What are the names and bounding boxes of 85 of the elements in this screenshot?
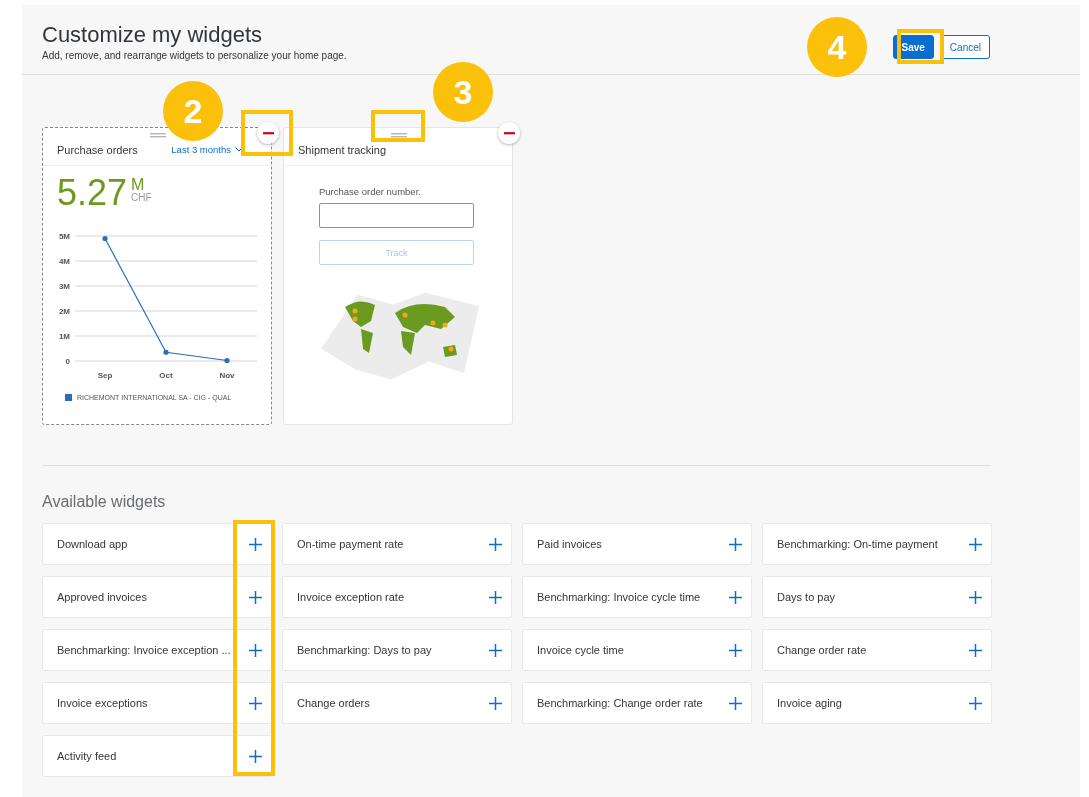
add-button[interactable] bbox=[728, 642, 743, 658]
widget-name: Benchmarking: Invoice cycle time bbox=[537, 591, 701, 603]
save-button[interactable]: Save bbox=[892, 35, 934, 59]
axis-tick-label: 4M bbox=[58, 257, 70, 266]
highlight-frame bbox=[371, 110, 425, 142]
plus-icon bbox=[969, 696, 982, 710]
widget-name: Invoice exception rate bbox=[297, 591, 404, 603]
plus-icon bbox=[249, 537, 262, 551]
highlight-frame bbox=[897, 29, 944, 64]
add-button[interactable] bbox=[248, 748, 263, 764]
page-subtitle: Add, remove, and rearrange widgets to personalize your home page. bbox=[42, 50, 347, 61]
widget-name: Change order rate bbox=[777, 644, 867, 656]
input-field[interactable] bbox=[319, 203, 474, 228]
axis-tick-label: 0 bbox=[65, 357, 70, 366]
add-button[interactable] bbox=[488, 589, 503, 605]
add-button[interactable] bbox=[488, 695, 503, 711]
remove-button[interactable] bbox=[498, 122, 520, 144]
axis-category-label: Nov bbox=[219, 371, 235, 380]
plus-icon bbox=[249, 590, 262, 604]
data-point bbox=[102, 235, 108, 242]
widget-name: Change orders bbox=[297, 697, 370, 709]
drag-handle-icon[interactable] bbox=[150, 133, 166, 138]
kpi-currency: CHF bbox=[131, 192, 152, 203]
axis-tick-label: 1M bbox=[58, 332, 70, 341]
field-label: Purchase order number. bbox=[319, 186, 421, 197]
plus-icon bbox=[729, 696, 742, 710]
axis-tick-label: 5M bbox=[58, 232, 70, 241]
chevron-down-icon bbox=[235, 147, 243, 152]
widget-name: On-time payment rate bbox=[297, 538, 404, 550]
plus-icon bbox=[729, 590, 742, 604]
add-button[interactable] bbox=[728, 695, 743, 711]
add-button[interactable] bbox=[248, 642, 263, 658]
add-button[interactable] bbox=[488, 642, 503, 658]
add-button[interactable] bbox=[968, 589, 983, 605]
data-point bbox=[224, 357, 230, 364]
widget-name: Days to pay bbox=[777, 591, 836, 603]
widget-name: Invoice exceptions bbox=[57, 697, 148, 709]
axis-category-label: Sep bbox=[97, 371, 113, 380]
add-button[interactable] bbox=[968, 642, 983, 658]
axis-tick-label: 2M bbox=[58, 307, 70, 316]
data-point bbox=[163, 349, 169, 355]
widget-name: Download app bbox=[57, 538, 128, 550]
plus-icon bbox=[489, 696, 502, 710]
plus-icon bbox=[249, 696, 262, 710]
add-button[interactable] bbox=[248, 589, 263, 605]
widget-name: Approved invoices bbox=[57, 591, 147, 603]
drag-handle-icon[interactable] bbox=[391, 133, 407, 138]
widget-name: Invoice aging bbox=[777, 697, 842, 709]
plus-icon bbox=[729, 643, 742, 657]
add-button[interactable] bbox=[488, 536, 503, 552]
add-button[interactable] bbox=[248, 695, 263, 711]
minus-icon bbox=[262, 131, 274, 135]
plus-icon bbox=[969, 643, 982, 657]
widget-name: Activity feed bbox=[57, 750, 117, 762]
section-heading: Available widgets bbox=[42, 493, 167, 511]
plus-icon bbox=[729, 537, 742, 551]
plus-icon bbox=[489, 537, 502, 551]
widget-title: Purchase orders bbox=[57, 143, 138, 156]
kpi-unit: M bbox=[131, 178, 146, 192]
axis-category-label: Oct bbox=[159, 371, 173, 380]
plus-icon bbox=[969, 590, 982, 604]
plus-icon bbox=[249, 749, 262, 763]
minus-icon bbox=[503, 131, 515, 135]
widget-name: Benchmarking: Invoice exception ... bbox=[57, 644, 231, 656]
add-button[interactable] bbox=[728, 589, 743, 605]
widget-name: Benchmarking: Change order rate bbox=[537, 697, 703, 709]
widget-name: Paid invoices bbox=[537, 538, 602, 550]
widget-name: Benchmarking: On-time payment bbox=[777, 538, 938, 550]
add-button[interactable] bbox=[728, 536, 743, 552]
widget-name: Invoice cycle time bbox=[537, 644, 624, 656]
page-title: Customize my widgets bbox=[42, 22, 264, 48]
plus-icon bbox=[249, 643, 262, 657]
plus-icon bbox=[969, 537, 982, 551]
add-button[interactable] bbox=[968, 536, 983, 552]
plus-icon bbox=[489, 590, 502, 604]
plus-icon bbox=[489, 643, 502, 657]
axis-tick-label: 3M bbox=[58, 282, 70, 291]
add-button[interactable] bbox=[248, 536, 263, 552]
widget-name: Benchmarking: Days to pay bbox=[297, 644, 432, 656]
highlight-frame bbox=[241, 110, 293, 156]
kpi-value: 5.27 bbox=[57, 176, 128, 210]
period-dropdown[interactable]: Last 3 months bbox=[171, 144, 261, 155]
add-button[interactable] bbox=[968, 695, 983, 711]
widget-title: Shipment tracking bbox=[298, 143, 387, 156]
remove-button[interactable] bbox=[257, 122, 279, 144]
